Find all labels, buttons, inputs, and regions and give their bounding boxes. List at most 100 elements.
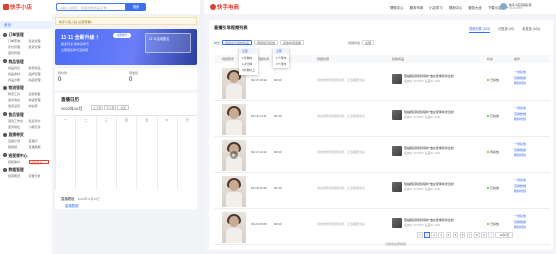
left-search-input[interactable]: 请输入关键字，搜索功能/商品/订单… bbox=[56, 3, 126, 11]
left-logo[interactable]: 快手小店 bbox=[3, 3, 32, 11]
edit-title-link[interactable]: 添加或修改视频标题，让直播更出彩 bbox=[317, 114, 365, 118]
action-link[interactable]: 删除视频 bbox=[514, 153, 526, 159]
sidebar-group-title[interactable]: 数据管理 bbox=[3, 167, 49, 174]
sidebar-item[interactable]: 评价管理 bbox=[8, 45, 29, 50]
notice-bar[interactable]: 快手小店入驻 [立即查看] bbox=[55, 17, 197, 25]
product-title[interactable]: 短袖圆领纯色纯棉T恤女夏季新款宽松 bbox=[404, 146, 454, 150]
sidebar-item[interactable]: 新增商品 bbox=[29, 66, 50, 71]
page-button[interactable]: 10条/页 bbox=[495, 232, 514, 238]
sidebar-item[interactable]: 售后评价 bbox=[29, 119, 50, 124]
sidebar-group-title[interactable]: 售后管理 bbox=[3, 112, 49, 119]
filter-select-status[interactable]: 全部 bbox=[362, 40, 375, 45]
sidebar-item[interactable]: 短视频 bbox=[8, 145, 29, 150]
sidebar-item[interactable]: 运费模板 bbox=[29, 92, 50, 97]
nav-link[interactable]: 服务市场 bbox=[410, 5, 424, 10]
sidebar-item[interactable]: 小额打款 bbox=[29, 125, 50, 130]
page-button[interactable]: 5 bbox=[452, 232, 459, 238]
sidebar-item[interactable] bbox=[29, 51, 50, 56]
sidebar-group-title[interactable]: 物流管理 bbox=[3, 85, 49, 92]
right-logo[interactable]: 快手电商 bbox=[210, 3, 239, 11]
sidebar-item[interactable]: 退款管理 bbox=[8, 51, 29, 56]
page-button[interactable]: 2 bbox=[431, 232, 437, 238]
stat-pending-pay[interactable]: 待付款 0 bbox=[55, 68, 126, 90]
page-button[interactable]: < bbox=[417, 232, 423, 238]
sidebar-group-title[interactable]: 直播带货 bbox=[3, 132, 49, 139]
page-button[interactable]: 7 bbox=[466, 232, 473, 238]
product-title[interactable]: 短袖圆领纯色纯棉T恤女夏季新款宽松 bbox=[404, 182, 454, 186]
next-month-button[interactable]: 下个月 bbox=[104, 105, 116, 110]
sidebar-item[interactable]: 直播计划 bbox=[8, 139, 29, 144]
sidebar-item[interactable]: 直播间 bbox=[29, 139, 50, 144]
page-button[interactable]: 6 bbox=[459, 232, 466, 238]
action-link[interactable]: 一键投放 bbox=[514, 106, 526, 112]
sidebar-item[interactable]: 发货设置 bbox=[8, 104, 29, 109]
sidebar-item[interactable]: 流量分析 bbox=[29, 174, 50, 179]
edit-title-link[interactable]: 添加或修改视频标题，让直播更出彩 bbox=[317, 78, 365, 82]
sidebar-item[interactable]: 视频素材 bbox=[8, 160, 29, 165]
sidebar-item[interactable]: 退货地址 bbox=[8, 125, 29, 130]
sidebar-group-title[interactable]: 商品管理 bbox=[3, 59, 49, 66]
action-link[interactable]: 一键投放 bbox=[514, 178, 526, 184]
page-button[interactable]: 1 bbox=[424, 232, 430, 238]
sidebar-item[interactable]: 直播数据 bbox=[29, 145, 50, 150]
sidebar-item[interactable]: 商品列表 bbox=[8, 66, 29, 71]
video-thumbnail[interactable] bbox=[222, 176, 246, 207]
action-link[interactable]: 一键投放 bbox=[514, 70, 526, 76]
sidebar-item[interactable]: 商品素材 bbox=[8, 72, 29, 77]
product-title[interactable]: 短袖圆领纯色纯棉T恤女夏季新款宽松 bbox=[404, 218, 454, 222]
play-icon[interactable]: ▶ bbox=[230, 151, 238, 159]
edit-title-link[interactable]: 添加或修改视频标题，让直播更出彩 bbox=[317, 222, 365, 226]
dropdown-option[interactable]: 3分钟以上 bbox=[239, 67, 258, 73]
sidebar-group-title[interactable]: 短视频中心 bbox=[3, 153, 49, 160]
sidebar-item[interactable]: 发货管理 bbox=[29, 45, 50, 50]
promo-banner[interactable]: 11·11 全新升级 ！ 超多玩法 等你来参与 立即报名参与活动吧 立即参与 1… bbox=[55, 29, 197, 65]
nav-link[interactable]: 帮助中心 bbox=[390, 5, 404, 10]
promo-join-button[interactable]: 立即参与 bbox=[113, 33, 131, 38]
sidebar-item[interactable]: 退款工作台 bbox=[8, 119, 29, 124]
video-thumbnail[interactable] bbox=[222, 212, 246, 243]
action-link[interactable]: 删除视频 bbox=[514, 81, 526, 87]
edit-title-link[interactable]: 添加或修改视频标题，让直播更出彩 bbox=[317, 150, 365, 154]
page-button[interactable]: 3 bbox=[438, 232, 445, 238]
tab-live-data[interactable]: 直播数据 bbox=[65, 203, 79, 208]
sidebar-group-title[interactable]: 订单管理 bbox=[3, 32, 49, 39]
tab-1[interactable]: 已投放 (20) bbox=[498, 26, 514, 33]
video-thumbnail[interactable]: ▶ bbox=[222, 140, 246, 171]
sidebar-item[interactable]: 快递管理 bbox=[29, 98, 50, 103]
page-button[interactable]: 4 bbox=[445, 232, 452, 238]
calendar-grid[interactable]: 一二三四五六日 bbox=[55, 115, 197, 190]
video-thumbnail[interactable] bbox=[222, 104, 246, 135]
product-title[interactable]: 短袖圆领纯色纯棉T恤女夏季新款宽松 bbox=[404, 110, 454, 114]
nav-link[interactable]: 小店学习 bbox=[429, 5, 443, 10]
filter-select-time[interactable]: 投放时间选择 bbox=[280, 40, 305, 45]
page-button[interactable]: 9 bbox=[481, 232, 487, 238]
nav-link[interactable]: 服务大全 bbox=[468, 5, 482, 10]
sidebar-item[interactable]: 售后管理 bbox=[29, 39, 50, 44]
stat-pending-ship[interactable]: 待发货 0 bbox=[126, 68, 197, 90]
sidebar-item[interactable]: 订单查询 bbox=[8, 39, 29, 44]
action-link[interactable]: 一键投放 bbox=[514, 142, 526, 148]
tab-2[interactable]: 未投放 (163) bbox=[522, 26, 540, 33]
edit-title-link[interactable]: 添加或修改视频标题，让直播更出彩 bbox=[317, 186, 365, 190]
tab-0[interactable]: 视频列表 (183) bbox=[469, 26, 491, 33]
sidebar-item[interactable]: 视频挂车 bbox=[28, 159, 49, 165]
sidebar-item[interactable]: 地址库 bbox=[29, 104, 50, 109]
action-link[interactable]: 删除视频 bbox=[514, 117, 526, 123]
sidebar-item[interactable]: 商品管理 bbox=[29, 78, 50, 83]
today-button[interactable]: 今天 bbox=[117, 105, 129, 110]
product-title[interactable]: 短袖圆领纯色纯棉T恤女夏季新款宽松 bbox=[404, 74, 454, 78]
prev-month-button[interactable]: 上个月 bbox=[91, 105, 103, 110]
sidebar-item[interactable]: 品牌管理 bbox=[29, 72, 50, 77]
filter-select-release[interactable]: 视频最近投放 bbox=[254, 40, 279, 45]
dropdown-option[interactable]: 2个月内 bbox=[273, 61, 289, 67]
action-link[interactable]: 一键投放 bbox=[514, 214, 526, 220]
sidebar-item[interactable]: 经营概况 bbox=[8, 174, 29, 179]
page-button[interactable]: > bbox=[488, 232, 494, 238]
action-link[interactable]: 删除视频 bbox=[514, 225, 526, 231]
sidebar-item[interactable]: 发货地址 bbox=[8, 98, 29, 103]
user-menu[interactable]: 快手小店店铺名称 ID:1234567 bbox=[500, 2, 554, 12]
sidebar-item[interactable]: 商品诊断 bbox=[8, 78, 29, 83]
filter-select-duration[interactable]: 视频最近发布时间 bbox=[222, 40, 253, 45]
action-link[interactable]: 删除视频 bbox=[514, 189, 526, 195]
nav-link[interactable]: 规则中心 bbox=[449, 5, 463, 10]
